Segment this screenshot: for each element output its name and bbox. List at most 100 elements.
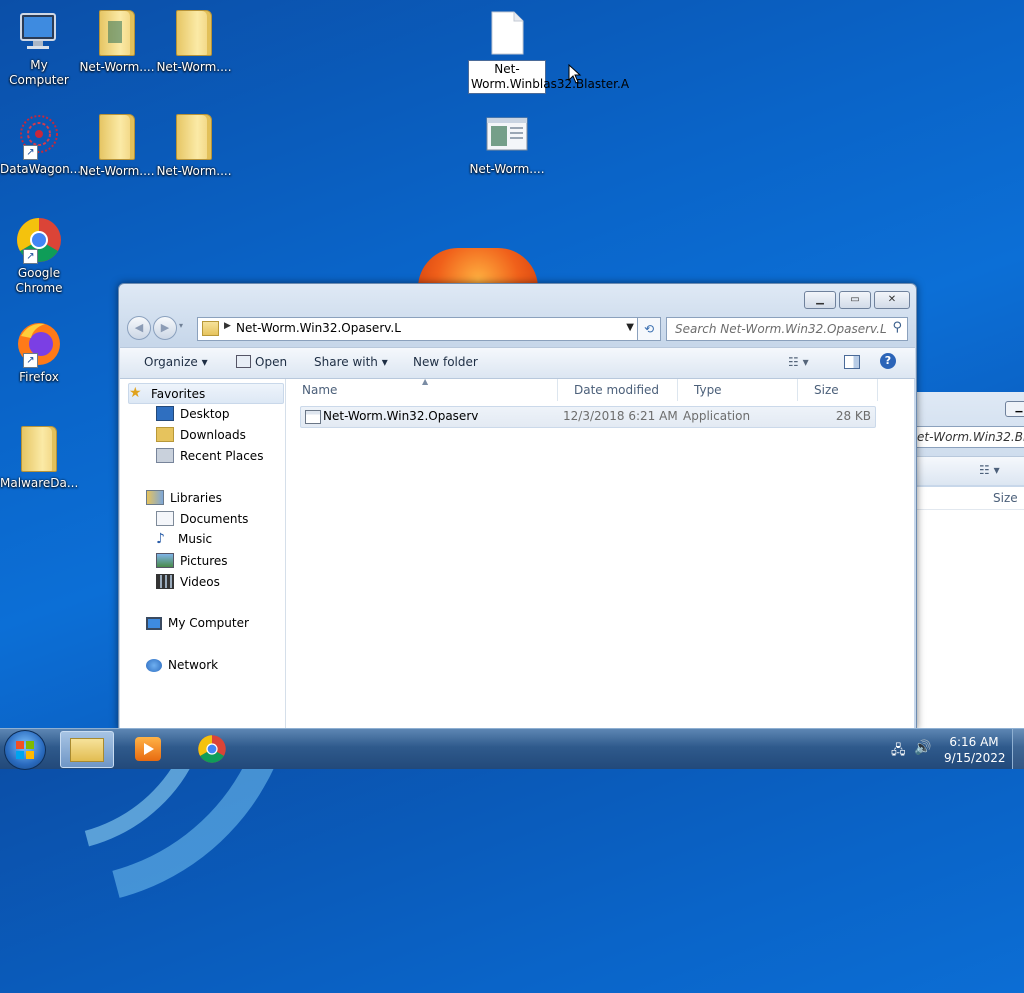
forward-button[interactable]: ▶ xyxy=(153,316,177,340)
file-date: 12/3/2018 6:21 AM xyxy=(563,409,678,423)
rename-textbox[interactable]: Net-Worm.Winblas32.Blaster.A xyxy=(468,60,629,94)
column-header-size[interactable]: Size xyxy=(993,491,1018,505)
desktop-icon-firefox[interactable]: ↗ Firefox xyxy=(0,320,78,385)
desktop-icon-net-worm-app[interactable]: Net-Worm.... xyxy=(468,112,546,177)
desktop-icon-label: DataWagon... xyxy=(0,162,82,176)
desktop-icon-folder[interactable]: Net-Worm.... xyxy=(78,8,156,75)
column-header-type[interactable]: Type xyxy=(678,379,798,401)
desktop-icon-label: Net-Worm.... xyxy=(469,162,545,176)
downloads-icon xyxy=(156,427,174,442)
minimize-button[interactable]: ▁ xyxy=(1005,401,1024,417)
folder-icon xyxy=(93,10,141,58)
windows-logo-icon xyxy=(16,741,34,759)
mouse-cursor-icon xyxy=(568,64,582,84)
desktop-icon-label: Net-Worm.... xyxy=(156,60,232,74)
chrome-icon xyxy=(198,735,226,763)
nav-libraries[interactable]: Libraries xyxy=(146,490,222,505)
desktop-icon-label: Net-Worm.... xyxy=(79,164,155,178)
nav-recent-places[interactable]: Recent Places xyxy=(156,448,263,463)
pictures-icon xyxy=(156,553,174,568)
help-icon[interactable]: ? xyxy=(880,353,896,369)
maximize-button[interactable]: ▭ xyxy=(839,291,871,309)
volume-tray-icon[interactable]: 🔊 xyxy=(914,740,931,756)
nav-desktop[interactable]: Desktop xyxy=(156,406,230,421)
desktop-icon-malwareda-folder[interactable]: MalwareDa... xyxy=(0,424,78,491)
recent-places-icon xyxy=(156,448,174,463)
desktop-icon-my-computer[interactable]: My Computer xyxy=(0,8,78,88)
desktop-icon-datawagon[interactable]: ↗ DataWagon... xyxy=(0,112,82,177)
desktop-icon-label: My Computer xyxy=(9,58,69,87)
file-name: Net-Worm.Win32.Opaserv xyxy=(323,409,479,423)
nav-downloads[interactable]: Downloads xyxy=(156,427,246,442)
shortcut-arrow-icon: ↗ xyxy=(23,145,38,160)
start-button[interactable] xyxy=(4,730,46,770)
address-dropdown-icon[interactable]: ▼ xyxy=(626,322,634,333)
clock[interactable]: 6:16 AM 9/15/2022 xyxy=(944,734,1006,766)
search-icon[interactable]: ⚲ xyxy=(892,320,902,335)
search-box[interactable]: Search Net-Worm.Win32.Opaserv.L ⚲ xyxy=(666,317,908,341)
taskbar-explorer-button[interactable] xyxy=(60,731,114,768)
desktop-icon-folder[interactable]: Net-Worm.... xyxy=(155,112,233,179)
desktop-icon-label: MalwareDa... xyxy=(0,476,79,490)
file-row[interactable]: Net-Worm.Win32.Opaserv 12/3/2018 6:21 AM… xyxy=(300,406,876,428)
breadcrumb-chevron-icon[interactable]: ▶ xyxy=(224,321,231,331)
nav-pictures[interactable]: Pictures xyxy=(156,553,228,568)
address-text: et-Worm.Win32.Blast xyxy=(917,430,1024,444)
file-type: Application xyxy=(683,409,751,423)
desktop-icon-label: Net-Worm.... xyxy=(156,164,232,178)
open-icon xyxy=(236,355,251,368)
recent-pages-chevron-icon[interactable]: ▾ xyxy=(179,321,183,330)
computer-icon xyxy=(146,616,162,630)
taskbar: 🖧 🔊 6:16 AM 9/15/2022 xyxy=(0,728,1024,770)
nav-documents[interactable]: Documents xyxy=(156,511,248,526)
nav-my-computer[interactable]: My Computer xyxy=(146,616,249,630)
taskbar-chrome-button[interactable] xyxy=(186,731,238,766)
preview-pane-icon[interactable] xyxy=(844,355,860,372)
search-placeholder: Search Net-Worm.Win32.Opaserv.L xyxy=(675,322,887,336)
views-icon[interactable]: ☷ ▾ xyxy=(979,463,1000,477)
nav-music[interactable]: ♪ Music xyxy=(156,530,212,547)
folder-icon xyxy=(170,114,218,162)
shortcut-arrow-icon: ↗ xyxy=(23,249,38,264)
show-desktop-button[interactable] xyxy=(1012,729,1024,769)
folder-icon xyxy=(70,738,104,762)
desktop-icon-google-chrome[interactable]: ↗ Google Chrome xyxy=(0,216,78,296)
music-icon: ♪ xyxy=(156,530,165,547)
minimize-button[interactable]: ▁ xyxy=(804,291,836,309)
file-list: Name ▲ Date modified Type Size Net-Worm.… xyxy=(286,377,914,729)
organize-menu[interactable]: Organize ▾ xyxy=(144,355,208,369)
share-with-menu[interactable]: Share with ▾ xyxy=(314,355,388,369)
desktop-icon-folder[interactable]: Net-Worm.... xyxy=(78,112,156,179)
refresh-button[interactable]: ⟲ xyxy=(637,317,661,341)
videos-icon xyxy=(156,574,174,589)
column-header-size[interactable]: Size xyxy=(798,379,878,401)
nav-network[interactable]: Network xyxy=(146,658,218,672)
background-explorer-window[interactable]: ▁ et-Worm.Win32.Blast ☷ ▾ Size xyxy=(916,392,1024,728)
nav-videos[interactable]: Videos xyxy=(156,574,220,589)
nav-favorites[interactable]: ★ Favorites xyxy=(128,383,284,404)
desktop-icon-label: Firefox xyxy=(19,370,59,384)
star-icon: ★ xyxy=(129,385,142,401)
taskbar-media-player-button[interactable] xyxy=(122,731,174,766)
close-button[interactable]: ✕ xyxy=(874,291,910,309)
address-text: Net-Worm.Win32.Opaserv.L xyxy=(236,321,401,335)
column-header-name[interactable]: Name ▲ xyxy=(286,377,558,401)
desktop-icon-folder[interactable]: Net-Worm.... xyxy=(155,8,233,75)
explorer-window[interactable]: ▁ ▭ ✕ ◀ ▶ ▾ ▶ Net-Worm.Win32.Opaserv.L ▼… xyxy=(118,283,917,730)
command-bar: Organize ▾ Open Share with ▾ New folder … xyxy=(120,347,915,379)
firefox-icon: ↗ xyxy=(15,320,63,368)
folder-icon xyxy=(202,321,219,336)
media-player-icon xyxy=(135,737,161,761)
documents-icon xyxy=(156,511,174,526)
back-button[interactable]: ◀ xyxy=(127,316,151,340)
new-folder-button[interactable]: New folder xyxy=(413,355,478,369)
folder-icon xyxy=(15,426,63,474)
folder-icon xyxy=(170,10,218,58)
column-header-date-modified[interactable]: Date modified xyxy=(558,379,678,401)
change-view-icon[interactable]: ☷ ▾ xyxy=(788,355,809,369)
desktop-icon-renaming-file[interactable]: Net-Worm.Winblas32.Blaster.A xyxy=(468,10,629,94)
network-tray-icon[interactable]: 🖧 xyxy=(891,741,906,763)
file-size: 28 KB xyxy=(835,409,871,423)
address-bar[interactable]: ▶ Net-Worm.Win32.Opaserv.L ▼ xyxy=(197,317,661,341)
open-button[interactable]: Open xyxy=(236,355,287,369)
